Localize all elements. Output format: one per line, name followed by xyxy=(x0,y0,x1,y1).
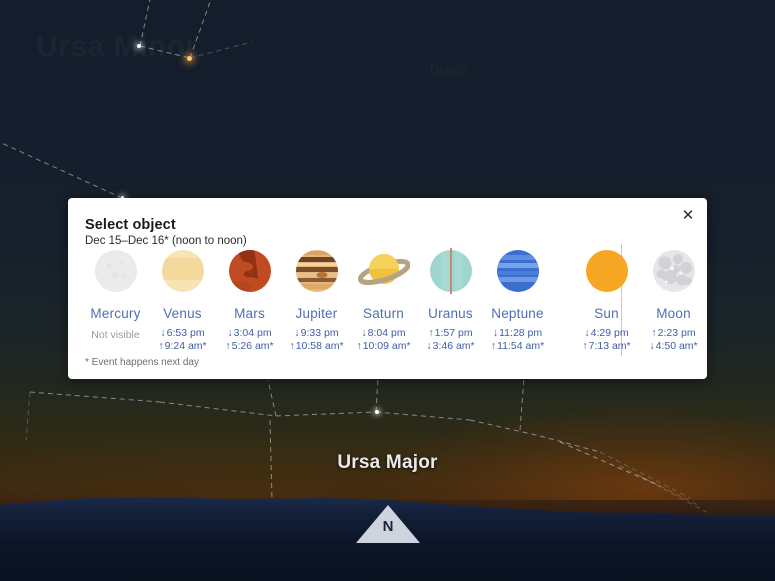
dialog-footnote: * Event happens next day xyxy=(85,357,199,368)
object-time-row: ↑10:58 am* xyxy=(283,340,350,353)
dialog-title: Select object xyxy=(85,217,176,233)
object-name: Uranus xyxy=(428,306,473,321)
arrow-icon: ↑ xyxy=(158,340,164,352)
arrow-icon: ↑ xyxy=(428,327,434,339)
object-times: ↑1:57 pm ↓3:46 am* xyxy=(417,327,484,353)
arrow-icon: ↑ xyxy=(651,327,657,339)
object-moon[interactable]: Moon ↑2:23 pm ↓4:50 am* xyxy=(640,246,707,353)
select-object-dialog: Select object Dec 15–Dec 16* (noon to no… xyxy=(68,198,707,379)
time-value: 4:50 am* xyxy=(655,340,698,352)
arrow-icon: ↓ xyxy=(492,327,499,339)
arrow-icon: ↓ xyxy=(649,340,655,352)
mars-icon xyxy=(216,246,283,296)
object-name: Jupiter xyxy=(295,306,338,321)
arrow-icon: ↓ xyxy=(361,327,367,339)
time-value: 11:28 pm xyxy=(499,327,543,339)
object-times: ↓4:29 pm ↑7:13 am* xyxy=(573,327,640,353)
object-time-row: ↓8:04 pm xyxy=(350,327,417,340)
jupiter-icon xyxy=(283,246,350,296)
object-status: Not visible xyxy=(91,329,140,341)
moon-icon xyxy=(640,246,707,296)
mercury-icon xyxy=(82,246,149,296)
object-times: ↓9:33 pm ↑10:58 am* xyxy=(283,327,350,353)
object-mercury[interactable]: Mercury Not visible xyxy=(82,246,149,341)
object-time-row: ↓4:29 pm xyxy=(573,327,640,340)
object-time-row: ↓3:46 am* xyxy=(417,340,484,353)
arrow-icon: ↓ xyxy=(584,327,590,339)
saturn-icon xyxy=(350,246,417,296)
arrow-icon: ↑ xyxy=(225,340,231,352)
uranus-icon xyxy=(417,246,484,296)
object-time-row: ↑1:57 pm xyxy=(417,327,484,340)
object-mars[interactable]: Mars ↓3:04 pm ↑5:26 am* xyxy=(216,246,283,353)
object-time-row: ↓9:33 pm xyxy=(283,327,350,340)
object-time-row: ↑5:26 am* xyxy=(216,340,283,353)
object-time-row: ↓3:04 pm xyxy=(216,327,283,340)
time-value: 9:24 am* xyxy=(164,340,207,352)
object-neptune[interactable]: Neptune ↓11:28 pm ↑11:54 am* xyxy=(484,246,551,353)
time-value: 7:13 am* xyxy=(588,340,631,352)
close-icon[interactable]: ✕ xyxy=(677,204,699,226)
time-value: 10:09 am* xyxy=(362,340,411,352)
neptune-icon xyxy=(484,246,551,296)
object-venus[interactable]: Venus ↓6:53 pm ↑9:24 am* xyxy=(149,246,216,353)
object-time-row: ↑7:13 am* xyxy=(573,340,640,353)
time-value: 8:04 pm xyxy=(367,327,406,339)
time-value: 4:29 pm xyxy=(590,327,629,339)
object-times: ↓3:04 pm ↑5:26 am* xyxy=(216,327,283,353)
object-times: ↓8:04 pm ↑10:09 am* xyxy=(350,327,417,353)
object-name: Venus xyxy=(163,306,202,321)
time-value: 1:57 pm xyxy=(434,327,473,339)
object-times: ↓11:28 pm ↑11:54 am* xyxy=(484,327,551,353)
arrow-icon: ↑ xyxy=(490,340,497,352)
time-value: 6:53 pm xyxy=(166,327,205,339)
time-value: 9:33 pm xyxy=(300,327,339,339)
sun-icon xyxy=(573,246,640,296)
venus-icon xyxy=(149,246,216,296)
arrow-icon: ↑ xyxy=(582,340,588,352)
object-saturn[interactable]: Saturn ↓8:04 pm ↑10:09 am* xyxy=(350,246,417,353)
arrow-icon: ↑ xyxy=(356,340,362,352)
object-name: Saturn xyxy=(363,306,404,321)
time-value: 11:54 am* xyxy=(497,340,545,352)
object-name: Neptune xyxy=(491,306,544,321)
object-time-row: ↑10:09 am* xyxy=(350,340,417,353)
object-time-row: ↓11:28 pm xyxy=(484,327,551,340)
object-time-row: ↑2:23 pm xyxy=(640,327,707,340)
compass-north-marker: N xyxy=(356,505,420,543)
object-time-row: ↑9:24 am* xyxy=(149,340,216,353)
object-times: ↑2:23 pm ↓4:50 am* xyxy=(640,327,707,353)
arrow-icon: ↑ xyxy=(289,340,295,352)
object-name: Sun xyxy=(594,306,619,321)
object-name: Mars xyxy=(234,306,265,321)
object-uranus[interactable]: Uranus ↑1:57 pm ↓3:46 am* xyxy=(417,246,484,353)
arrow-icon: ↓ xyxy=(227,327,233,339)
time-value: 10:58 am* xyxy=(295,340,344,352)
arrow-icon: ↓ xyxy=(294,327,300,339)
object-times: ↓6:53 pm ↑9:24 am* xyxy=(149,327,216,353)
object-name: Moon xyxy=(656,306,691,321)
time-value: 3:46 am* xyxy=(432,340,475,352)
object-jupiter[interactable]: Jupiter ↓9:33 pm ↑10:58 am* xyxy=(283,246,350,353)
object-time-row: ↓4:50 am* xyxy=(640,340,707,353)
object-time-row: ↑11:54 am* xyxy=(484,340,551,353)
time-value: 5:26 am* xyxy=(231,340,274,352)
arrow-icon: ↓ xyxy=(160,327,166,339)
object-time-row: ↓6:53 pm xyxy=(149,327,216,340)
compass-direction-label: N xyxy=(382,518,394,535)
time-value: 3:04 pm xyxy=(233,327,272,339)
object-sun[interactable]: Sun ↓4:29 pm ↑7:13 am* xyxy=(573,246,640,353)
arrow-icon: ↓ xyxy=(426,340,432,352)
object-list: Mercury Not visible Venus ↓6:53 pm ↑9:24… xyxy=(82,246,698,353)
sky-map-app: Ursa Minor Draco xyxy=(0,0,775,581)
object-name: Mercury xyxy=(90,306,141,321)
time-value: 2:23 pm xyxy=(657,327,696,339)
